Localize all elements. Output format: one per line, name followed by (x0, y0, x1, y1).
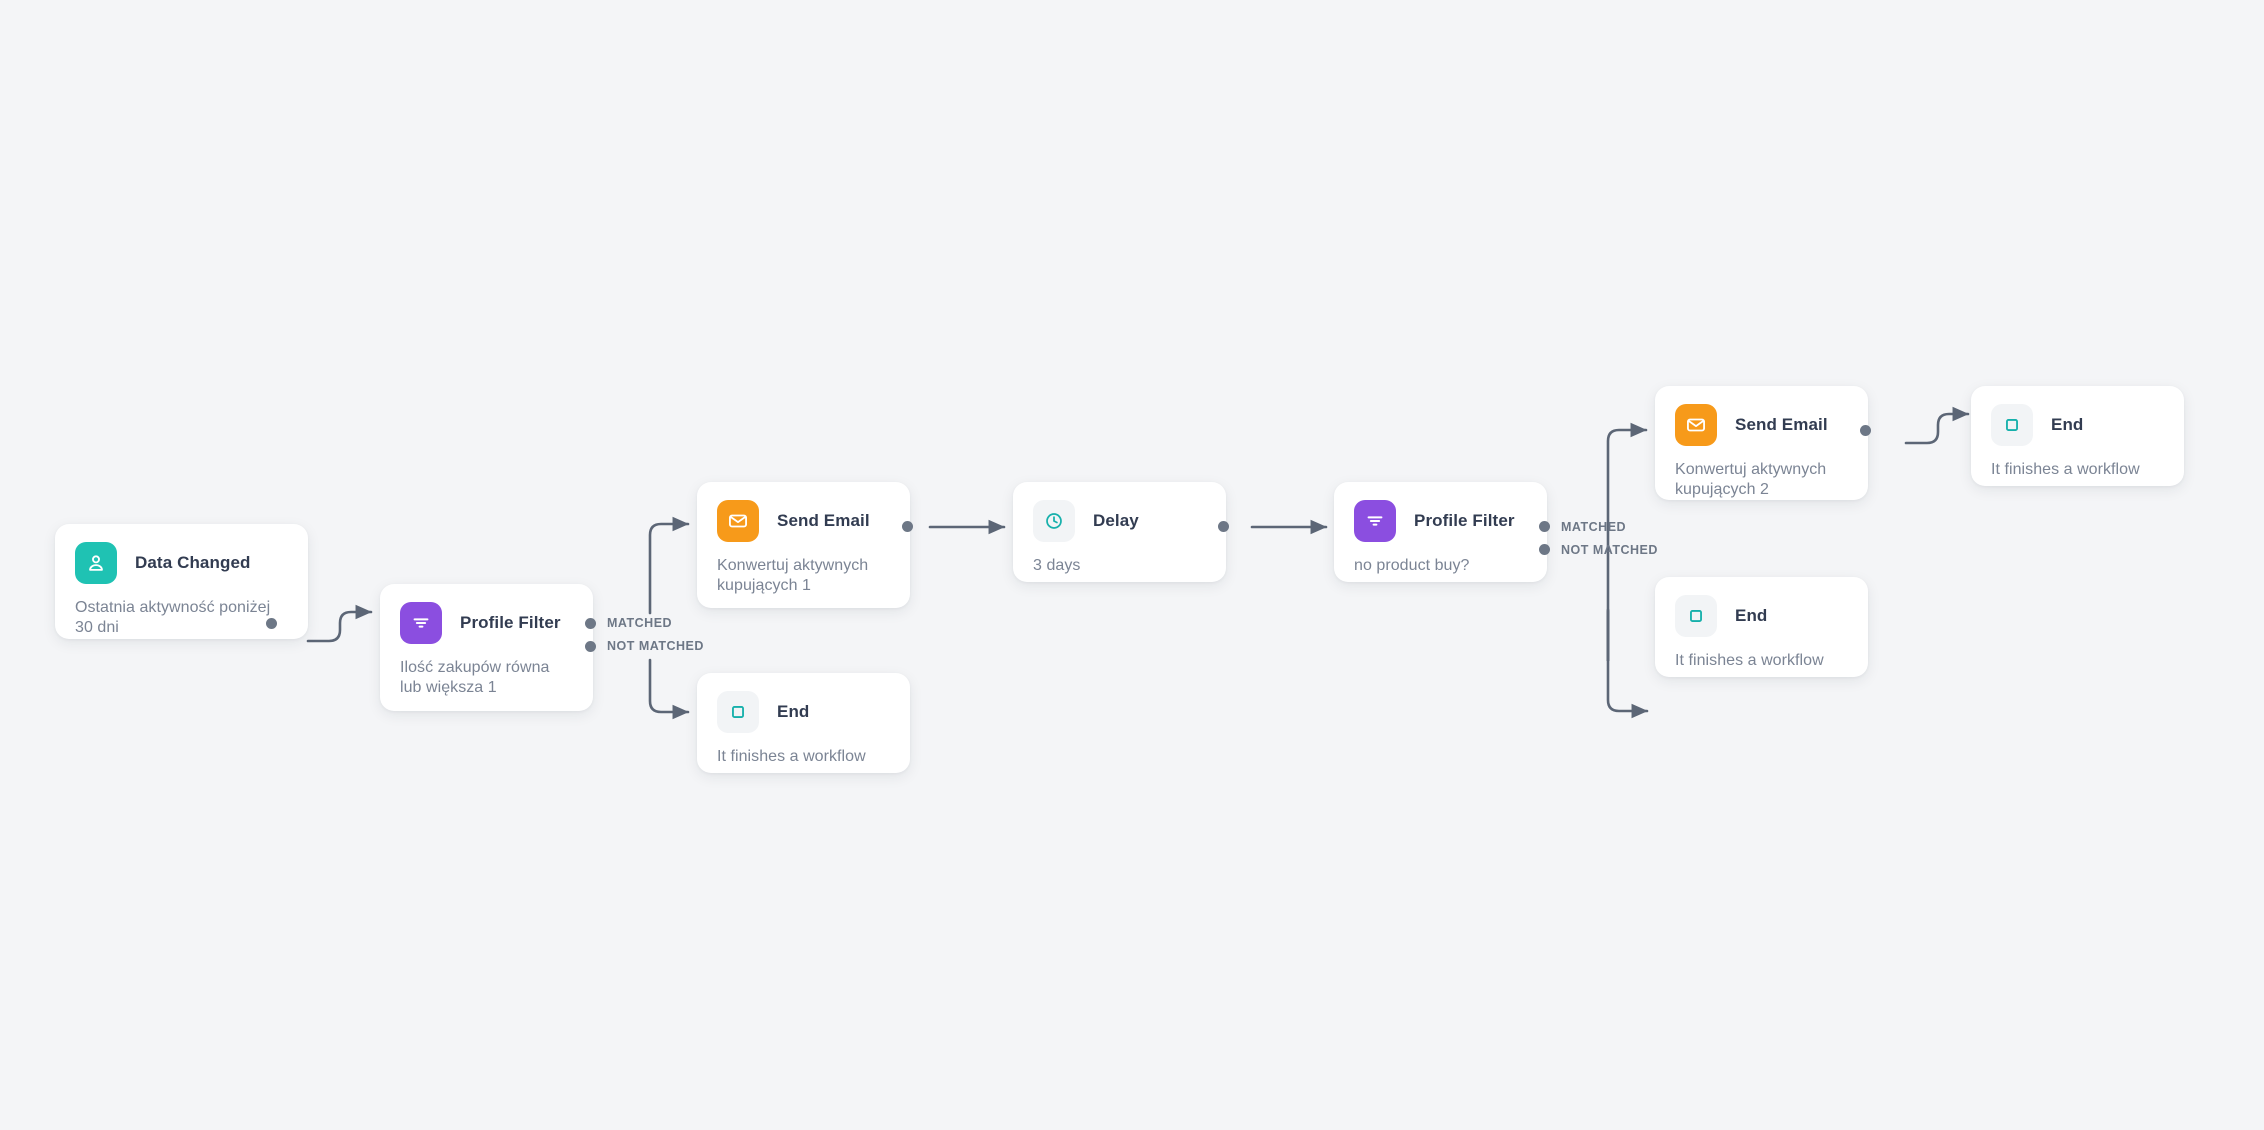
node-header: Delay (1033, 500, 1206, 542)
workflow-canvas[interactable]: Data Changed Ostatnia aktywność poniżej … (0, 0, 2264, 1130)
node-send-email-2[interactable]: Send Email Konwertuj aktywnych kupującyc… (1655, 386, 1868, 500)
node-description: It finishes a workflow (717, 748, 866, 765)
output-port-profile-filter-2-matched[interactable] (1539, 521, 1550, 532)
envelope-icon (717, 500, 759, 542)
node-profile-filter-2[interactable]: Profile Filter no product buy? (1334, 482, 1547, 582)
node-header: End (717, 691, 890, 733)
node-description: no product buy? (1354, 557, 1470, 574)
node-title: End (2051, 415, 2084, 434)
node-header: End (1675, 595, 1848, 637)
node-description: 3 days (1033, 557, 1081, 574)
node-title: End (1735, 606, 1768, 625)
port-label-not-matched: NOT MATCHED (607, 639, 704, 653)
output-port-profile-filter-1-not-matched[interactable] (585, 641, 596, 652)
node-description: Ostatnia aktywność poniżej 30 dni (75, 599, 271, 637)
node-header: Data Changed (75, 542, 288, 584)
node-end-2[interactable]: End It finishes a workflow (1971, 386, 2184, 486)
output-port-profile-filter-2-not-matched[interactable] (1539, 544, 1550, 555)
stop-square-icon (1991, 404, 2033, 446)
node-description: Ilość zakupów równa lub większa 1 (400, 659, 550, 697)
filter-icon (1354, 500, 1396, 542)
node-title: Delay (1093, 511, 1139, 530)
node-description: It finishes a workflow (1675, 652, 1824, 669)
edge-pf2-notmatched-branch-down (1606, 658, 1649, 719)
node-title: Profile Filter (1414, 511, 1515, 530)
port-label-matched: MATCHED (1561, 520, 1627, 534)
node-title: Send Email (777, 511, 870, 530)
node-header: Profile Filter (400, 602, 573, 644)
envelope-icon (1675, 404, 1717, 446)
node-title: Profile Filter (460, 613, 561, 632)
node-header: Profile Filter (1354, 500, 1527, 542)
node-delay[interactable]: Delay 3 days (1013, 482, 1226, 582)
node-description: Konwertuj aktywnych kupujących 2 (1675, 461, 1827, 499)
node-title: End (777, 702, 810, 721)
node-header: Send Email (1675, 404, 1848, 446)
clock-icon (1033, 500, 1075, 542)
stop-square-icon (1675, 595, 1717, 637)
output-port-data-changed[interactable] (266, 618, 277, 629)
node-title: Send Email (1735, 415, 1828, 434)
node-header: End (1991, 404, 2164, 446)
port-label-matched: MATCHED (607, 616, 673, 630)
node-end-1[interactable]: End It finishes a workflow (697, 673, 910, 773)
output-port-profile-filter-1-matched[interactable] (585, 618, 596, 629)
node-end-3[interactable]: End It finishes a workflow (1655, 577, 1868, 677)
node-description: Konwertuj aktywnych kupujących 1 (717, 557, 869, 595)
user-icon (75, 542, 117, 584)
node-send-email-1[interactable]: Send Email Konwertuj aktywnych kupującyc… (697, 482, 910, 608)
output-port-delay[interactable] (1218, 521, 1229, 532)
stop-square-icon (717, 691, 759, 733)
node-profile-filter-1[interactable]: Profile Filter Ilość zakupów równa lub w… (380, 584, 593, 711)
output-port-send-email-1[interactable] (902, 521, 913, 532)
node-title: Data Changed (135, 553, 251, 572)
output-port-send-email-2[interactable] (1860, 425, 1871, 436)
port-label-not-matched: NOT MATCHED (1561, 543, 1658, 557)
filter-icon (400, 602, 442, 644)
node-description: It finishes a workflow (1991, 461, 2140, 478)
node-header: Send Email (717, 500, 890, 542)
